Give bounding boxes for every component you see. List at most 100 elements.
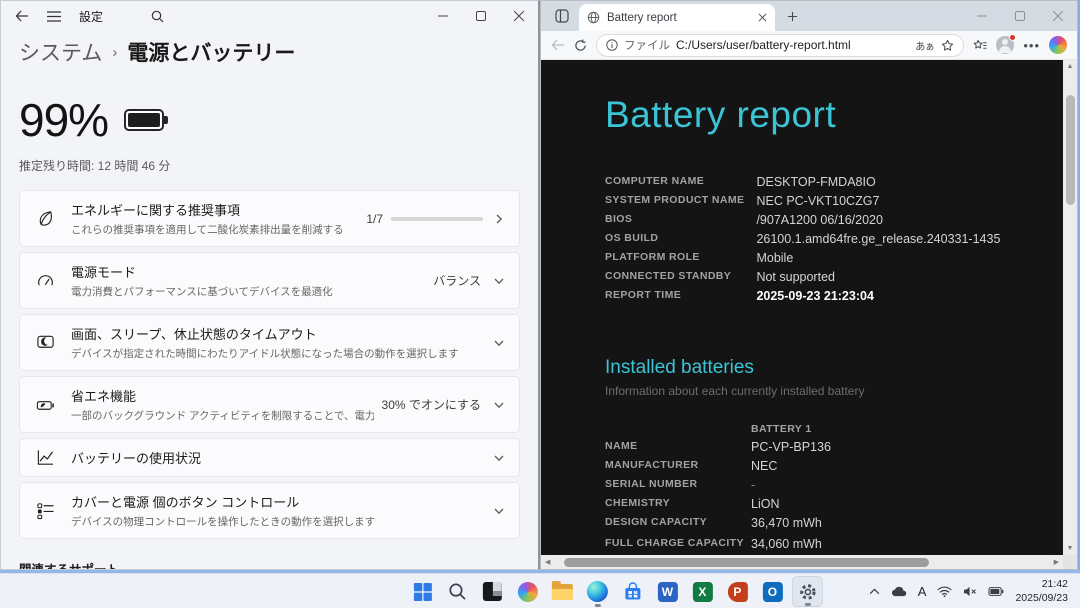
gear-icon — [799, 583, 816, 600]
notification-dot — [1009, 34, 1017, 41]
card-subtitle: これらの推奨事項を適用して二酸化炭素排出量を削減する — [71, 224, 344, 236]
chevron-down-icon[interactable] — [493, 337, 505, 349]
tab-close-icon[interactable] — [758, 13, 767, 22]
back-icon[interactable] — [15, 10, 29, 22]
taskbar-file-explorer-button[interactable] — [547, 576, 578, 607]
powerpoint-icon: P — [727, 581, 748, 602]
chevron-down-icon[interactable] — [493, 452, 505, 464]
battery-status: 99% — [19, 93, 520, 147]
horizontal-scroll-thumb[interactable] — [564, 557, 930, 567]
card-title: カバーと電源 個のボタン コントロール — [71, 495, 300, 510]
vertical-scroll-thumb[interactable] — [1065, 95, 1075, 205]
close-button[interactable] — [500, 1, 538, 31]
minimize-button[interactable] — [963, 1, 1001, 31]
taskbar-outlook-button[interactable]: O — [757, 576, 788, 607]
start-button[interactable] — [407, 576, 438, 607]
browser-tab[interactable]: Battery report — [579, 4, 775, 31]
maximize-button[interactable] — [1001, 1, 1039, 31]
card-title: エネルギーに関する推奨事項 — [71, 203, 241, 218]
url-text[interactable]: C:/Users/user/battery-report.html — [676, 38, 909, 52]
favorites-bar-icon[interactable] — [973, 39, 987, 52]
info-icon[interactable] — [606, 39, 618, 51]
energy-progress-bar — [391, 216, 483, 221]
table-row: SYSTEM PRODUCT NAME NEC PC-VKT10CZG7 — [605, 193, 880, 208]
table-row: FULL CHARGE CAPACITY 34,060 mWh — [605, 537, 822, 551]
tray-chevron-up-icon[interactable] — [869, 588, 880, 595]
battery-icon — [124, 109, 169, 131]
chevron-right-icon[interactable] — [493, 213, 505, 225]
taskbar: W X P O A 21:42 2025/09/23 — [0, 573, 1080, 608]
page-title: 電源とバッテリー — [127, 42, 296, 65]
edge-icon — [586, 581, 608, 602]
settings-caption-buttons — [424, 1, 538, 31]
settings-window: 設定 システム › 電源とバッテリー 99% 推定残り時間: 12 時間 46 … — [0, 0, 540, 570]
taskbar-settings-button[interactable] — [791, 576, 823, 607]
battery-report-page: Battery report COMPUTER NAME DESKTOP-FMDA… — [541, 60, 1063, 555]
taskbar-copilot-button[interactable] — [512, 576, 543, 607]
list-controls-icon — [34, 501, 56, 520]
card-subtitle: デバイスの物理コントロールを操作したときの動作を選択します — [71, 516, 376, 528]
address-bar[interactable]: ファイル C:/Users/user/battery-report.html あ… — [596, 33, 965, 57]
outlook-icon: O — [762, 581, 783, 602]
refresh-icon[interactable] — [574, 38, 587, 52]
search-icon[interactable] — [151, 10, 164, 23]
maximize-button[interactable] — [462, 1, 500, 31]
close-button[interactable] — [1039, 1, 1077, 31]
minimize-button[interactable] — [424, 1, 462, 31]
new-tab-button[interactable] — [779, 3, 805, 29]
chevron-down-icon[interactable] — [493, 399, 505, 411]
taskbar-store-button[interactable] — [617, 576, 648, 607]
folder-icon — [551, 580, 573, 600]
settings-titlebar: 設定 — [1, 1, 538, 31]
card-battery-usage[interactable]: バッテリーの使用状況 — [19, 438, 520, 477]
taskbar-dark-app-button[interactable] — [477, 576, 508, 607]
gauge-icon — [34, 271, 56, 290]
tray-battery-icon[interactable] — [988, 587, 1004, 596]
hamburger-menu-icon[interactable] — [47, 10, 61, 22]
horizontal-scrollbar[interactable]: ◀ ▶ — [541, 555, 1063, 569]
profile-avatar[interactable] — [996, 34, 1017, 54]
breadcrumb-system[interactable]: システム — [19, 37, 102, 67]
chevron-down-icon[interactable] — [493, 275, 505, 287]
scroll-down-arrow-icon[interactable]: ▼ — [1067, 542, 1074, 555]
scroll-left-arrow-icon[interactable]: ◀ — [545, 558, 550, 566]
clock-time: 21:42 — [1041, 577, 1068, 590]
card-title: 電源モード — [71, 265, 137, 280]
taskbar-powerpoint-button[interactable]: P — [722, 576, 753, 607]
taskbar-edge-button[interactable] — [582, 576, 613, 607]
onedrive-cloud-icon[interactable] — [891, 586, 907, 597]
browser-back-icon[interactable] — [551, 39, 565, 51]
card-energy-saver[interactable]: 省エネ機能 一部のバックグラウンド アクティビティを制限することで、電力消費を削… — [19, 376, 520, 433]
volume-muted-icon[interactable] — [963, 586, 977, 597]
clock[interactable]: 21:42 2025/09/23 — [1015, 578, 1068, 605]
card-energy-recommendations[interactable]: エネルギーに関する推奨事項 これらの推奨事項を適用して二酸化炭素排出量を削減する… — [19, 190, 520, 247]
card-lid-power-button-controls[interactable]: カバーと電源 個のボタン コントロール デバイスの物理コントロールを操作したとき… — [19, 482, 520, 539]
card-subtitle: 電力消費とパフォーマンスに基づいてデバイスを最適化 — [71, 286, 333, 298]
ime-indicator[interactable]: A — [918, 584, 927, 599]
tab-favicon-globe-icon — [587, 11, 600, 24]
taskbar-excel-button[interactable]: X — [687, 576, 718, 607]
read-aloud-icon[interactable]: あぁ — [915, 38, 935, 53]
chevron-down-icon[interactable] — [493, 505, 505, 517]
power-mode-value: バランス — [433, 274, 481, 288]
installed-batteries-subheading: Information about each currently install… — [605, 384, 865, 398]
scroll-up-arrow-icon[interactable]: ▲ — [1067, 60, 1074, 73]
wifi-icon[interactable] — [937, 586, 952, 597]
favorite-star-icon[interactable] — [941, 39, 954, 52]
copilot-icon[interactable] — [1049, 36, 1067, 54]
taskbar-word-button[interactable]: W — [652, 576, 683, 607]
vertical-scrollbar[interactable]: ▲ ▼ — [1063, 60, 1077, 555]
energy-saver-value: 30% でオンにする — [381, 398, 481, 412]
more-menu-icon[interactable]: ••• — [1023, 38, 1040, 53]
edge-toolbar: ファイル C:/Users/user/battery-report.html あ… — [541, 31, 1077, 60]
table-row: CONNECTED STANDBY Not supported — [605, 269, 835, 284]
scroll-right-arrow-icon[interactable]: ▶ — [1054, 558, 1059, 566]
card-screen-sleep-timeouts[interactable]: 画面、スリープ、休止状態のタイムアウト デバイスが指定された時間にわたりアイドル… — [19, 314, 520, 371]
running-indicator — [594, 604, 601, 607]
breadcrumb-separator: › — [112, 43, 118, 61]
tab-actions-icon[interactable] — [549, 3, 575, 29]
card-power-mode[interactable]: 電源モード 電力消費とパフォーマンスに基づいてデバイスを最適化 バランス — [19, 252, 520, 309]
installed-batteries-heading: Installed batteries — [605, 357, 754, 378]
clock-date: 2025/09/23 — [1015, 591, 1068, 604]
taskbar-search-button[interactable] — [442, 576, 473, 607]
